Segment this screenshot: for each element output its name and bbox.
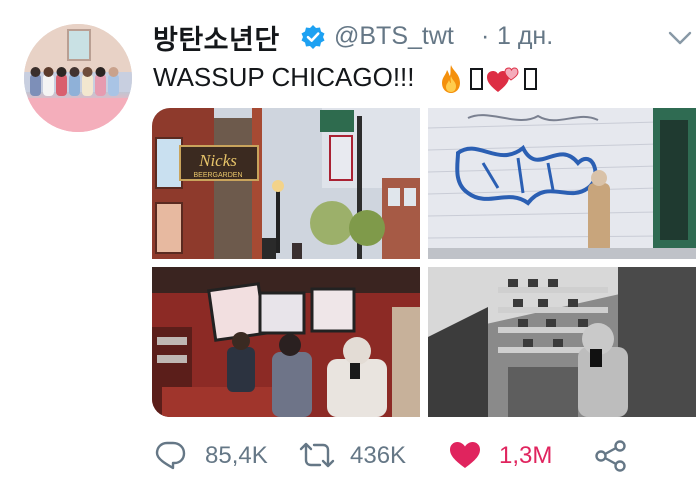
unrendered-glyph-icon <box>470 68 483 90</box>
avatar[interactable] <box>24 24 132 132</box>
like-count: 1,3M <box>499 442 553 469</box>
media-grid: Nicks BEERGARDEN <box>152 108 696 417</box>
chevron-down-icon[interactable] <box>668 30 692 46</box>
tweet[interactable]: 방탄소년단 @BTS_twt · 1 дн. WASSUP CHICAGO!!! <box>0 0 696 492</box>
share-icon <box>595 440 626 472</box>
nicks-sign-text: Nicks <box>198 151 237 170</box>
separator-dot: · <box>481 22 490 50</box>
reply-count: 85,4K <box>205 442 268 469</box>
media-image-4[interactable] <box>428 267 696 417</box>
user-handle[interactable]: @BTS_twt <box>334 22 454 51</box>
media-image-3[interactable] <box>152 267 420 417</box>
share-button[interactable] <box>594 438 634 474</box>
display-name[interactable]: 방탄소년단 <box>153 18 280 57</box>
reply-icon <box>155 441 186 470</box>
media-image-2[interactable] <box>428 108 696 259</box>
verified-badge-icon <box>301 25 325 49</box>
media-image-1[interactable]: Nicks BEERGARDEN <box>152 108 420 259</box>
two-hearts-emoji-icon <box>487 67 519 92</box>
retweet-button[interactable]: 436K <box>298 438 418 474</box>
reply-button[interactable]: 85,4K <box>153 438 273 474</box>
like-button[interactable]: 1,3M <box>448 438 568 474</box>
tweet-text: WASSUP CHICAGO!!! <box>153 62 415 92</box>
unrendered-glyph-icon <box>524 68 537 90</box>
retweet-icon <box>299 442 335 468</box>
timestamp[interactable]: 1 дн. <box>497 22 553 51</box>
heart-icon <box>450 442 480 468</box>
retweet-count: 436K <box>350 442 407 469</box>
fire-emoji-icon <box>442 65 460 93</box>
beergarden-sign-text: BEERGARDEN <box>193 172 242 179</box>
